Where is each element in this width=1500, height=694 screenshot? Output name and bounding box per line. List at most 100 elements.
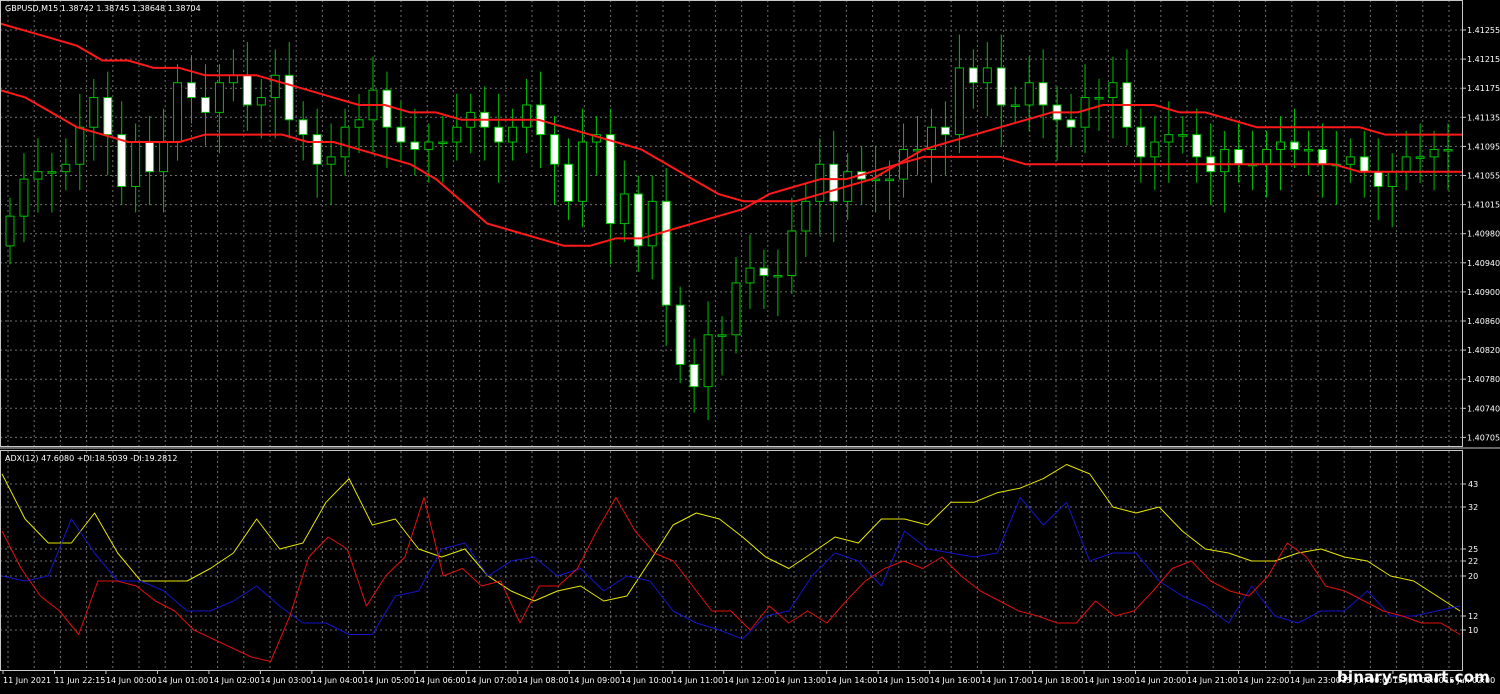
candle-body (675, 304, 685, 365)
candle-body (298, 119, 308, 136)
candle-body (1220, 148, 1230, 173)
time-tick-label: 14 Jun 02:00 (209, 676, 260, 685)
candle-body (550, 134, 559, 165)
time-tick-label: 14 Jun 21:00 (1187, 676, 1238, 685)
time-tick-label: 14 Jun 20:00 (1136, 676, 1187, 685)
time-tick-label: 14 Jun 16:00 (930, 676, 981, 685)
time-tick-label: 14 Jun 01:00 (157, 676, 208, 685)
time-tick-label: 14 Jun 09:00 (569, 676, 620, 685)
candle-body (340, 126, 350, 158)
candlestick-series[interactable] (5, 34, 1453, 421)
plus-di-line (1, 497, 1461, 640)
candle-body (885, 178, 895, 182)
candle-body (647, 200, 657, 247)
candle-body (1387, 171, 1397, 188)
indicator-header: ADX(12) 47.6080 +DI:18.5039 -DI:19.2812 (5, 454, 177, 463)
candle-body (773, 274, 783, 278)
candle-body (396, 126, 406, 143)
trading-chart[interactable]: 1.41255 1.41215 1.41175 1.41135 1.41095 1.410… (0, 0, 1500, 690)
indicator-tick-label: 25 (1468, 545, 1478, 554)
indicator-grid (0, 451, 1462, 670)
candle-body (996, 67, 1006, 106)
price-tick-label: 1.41135 (1467, 113, 1500, 122)
price-tick-label: 1.40705 (1467, 433, 1500, 442)
adx-line (1, 464, 1461, 612)
candle-body (1094, 97, 1104, 100)
candle-body (89, 97, 99, 128)
indicator-tick-label: 10 (1468, 626, 1478, 635)
candle-body (1010, 104, 1020, 107)
candle-body (256, 97, 266, 106)
candle-body (47, 171, 57, 174)
price-tick-label: 1.40740 (1467, 404, 1500, 413)
candle-body (563, 163, 573, 202)
time-tick-label: 14 Jun 14:00 (827, 676, 878, 685)
time-tick-label: 11 Jun 2021 (3, 676, 51, 685)
candle-body (1276, 141, 1285, 150)
time-tick-label: 14 Jun 13:00 (775, 676, 826, 685)
candle-body (745, 267, 755, 284)
price-tick-label: 1.40900 (1467, 288, 1500, 297)
time-tick-label: 14 Jun 12:00 (724, 676, 775, 685)
price-tick-label: 1.41055 (1467, 172, 1500, 181)
watermark-text: binary-smart.com (1336, 668, 1490, 686)
time-tick-label: 14 Jun 11:00 (672, 676, 723, 685)
candle-body (787, 230, 797, 276)
candle-body (382, 89, 392, 128)
candle-body (801, 200, 811, 232)
candle-body (75, 126, 85, 165)
candle-body (494, 126, 504, 143)
indicator-tick-label: 43 (1468, 480, 1478, 489)
time-tick-label: 14 Jun 05:00 (363, 676, 414, 685)
time-tick-label: 14 Jun 10:00 (621, 676, 672, 685)
candle-body (410, 141, 420, 150)
candle-body (1429, 148, 1439, 158)
candle-body (228, 74, 238, 84)
price-tick-label: 1.40980 (1467, 230, 1500, 239)
candle-body (1192, 134, 1202, 158)
indicator-tick-label: 20 (1468, 572, 1478, 581)
price-tick-label: 1.40820 (1467, 346, 1500, 355)
candle-body (982, 67, 992, 84)
price-tick-label: 1.41215 (1467, 55, 1500, 64)
time-tick-label: 14 Jun 22:00 (1238, 676, 1289, 685)
candle-body (438, 141, 448, 145)
candle-body (5, 215, 15, 247)
candle-body (829, 163, 839, 202)
price-tick-label: 1.40780 (1467, 375, 1500, 384)
indicator-tick-label: 32 (1468, 503, 1478, 512)
candle-body (1038, 82, 1048, 106)
time-tick-label: 14 Jun 03:00 (260, 676, 311, 685)
candle-body (689, 363, 699, 388)
indicator-axis: 43 32 25 22 20 12 10 (1462, 480, 1478, 635)
candle-body (1150, 141, 1160, 158)
candle-body (605, 134, 615, 225)
candle-body (284, 74, 294, 121)
price-tick-label: 1.41175 (1467, 84, 1500, 93)
chart-canvas[interactable]: 1.41255 1.41215 1.41175 1.41135 1.41095 1.410… (0, 0, 1500, 690)
candle-body (522, 104, 532, 128)
candle-body (1359, 156, 1369, 173)
time-tick-label: 14 Jun 08:00 (518, 676, 569, 685)
candle-body (940, 126, 950, 136)
time-tick-label: 14 Jun 00:00 (106, 676, 157, 685)
minus-di-line (1, 497, 1461, 662)
price-tick-label: 1.41015 (1467, 201, 1500, 210)
candle-body (326, 156, 336, 165)
time-tick-label: 14 Jun 18:00 (1033, 676, 1084, 685)
candle-body (759, 267, 769, 276)
price-tick-label: 1.41255 (1467, 26, 1500, 35)
price-axis: 1.41255 1.41215 1.41175 1.41135 1.41095 1.410… (1462, 26, 1500, 442)
symbol-header: GBPUSD,M15 1.38742 1.38745 1.38648 1.387… (5, 4, 201, 13)
time-tick-label: 14 Jun 04:00 (312, 676, 363, 685)
candle-body (173, 82, 183, 143)
candle-body (661, 200, 671, 306)
candle-body (354, 119, 364, 128)
indicator-tick-label: 22 (1468, 557, 1478, 566)
candle-body (717, 334, 727, 337)
candle-body (1080, 97, 1090, 128)
candle-body (1289, 141, 1299, 150)
time-tick-label: 14 Jun 19:00 (1084, 676, 1135, 685)
candle-body (1317, 148, 1327, 165)
candle-body (33, 171, 43, 180)
